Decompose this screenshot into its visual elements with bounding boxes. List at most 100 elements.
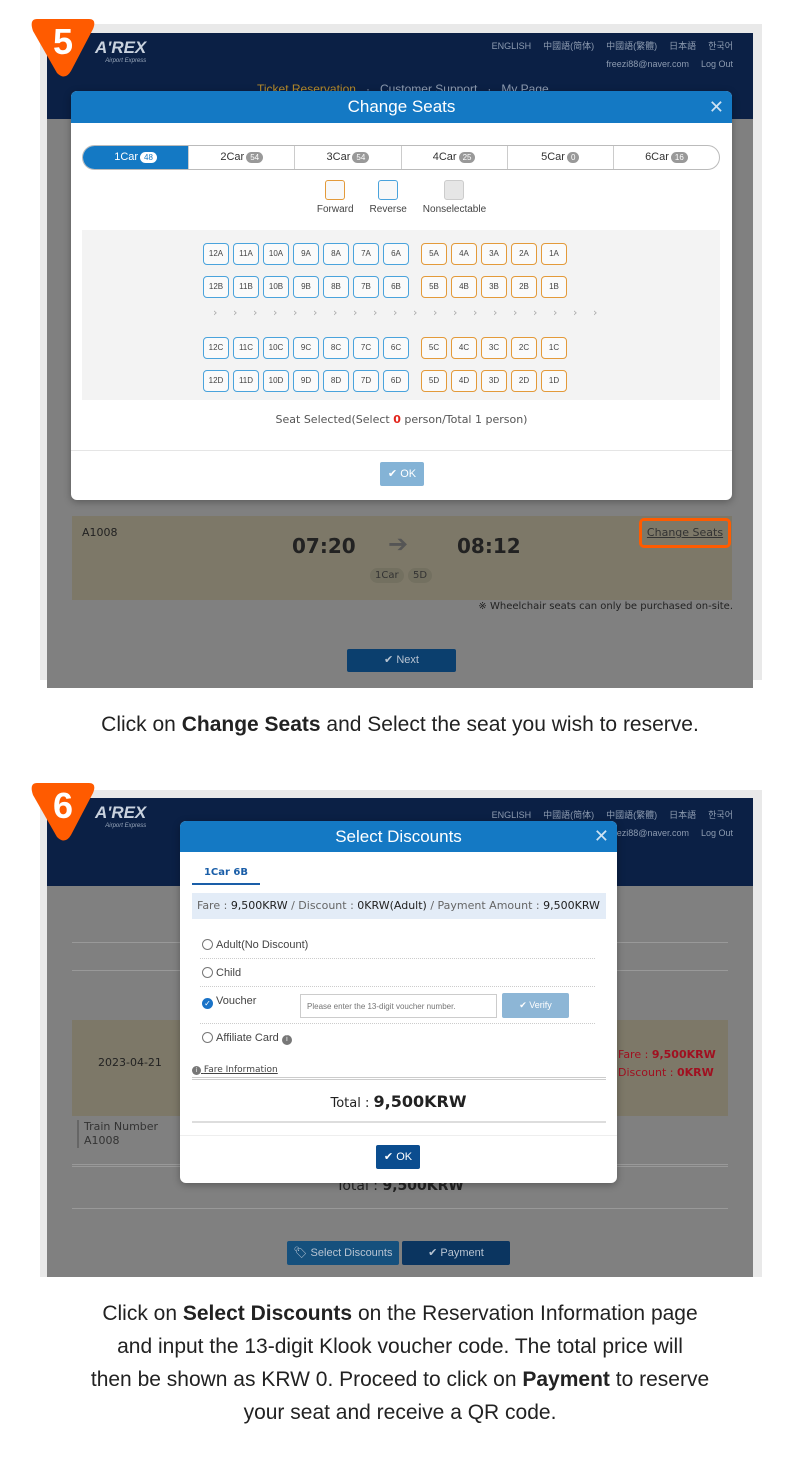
language-menu[interactable]: ENGLISH 中國語(简体) 中國語(繁體) 日本語 한국어 — [480, 39, 733, 52]
seat-4B[interactable]: 4B — [451, 276, 477, 298]
direction-arrow-icon: › — [513, 306, 518, 319]
seat-10C[interactable]: 10C — [263, 337, 289, 359]
radio-icon[interactable] — [202, 967, 213, 978]
logout-link[interactable]: Log Out — [701, 59, 733, 69]
seat-3B[interactable]: 3B — [481, 276, 507, 298]
seat-2B[interactable]: 2B — [511, 276, 537, 298]
seat-7D[interactable]: 7D — [353, 370, 379, 392]
seat-9B[interactable]: 9B — [293, 276, 319, 298]
seat-7C[interactable]: 7C — [353, 337, 379, 359]
tab-car-3[interactable]: 3Car 54 — [295, 146, 402, 169]
arex-logo: A'REX Airport Express — [95, 803, 147, 829]
seat-12B[interactable]: 12B — [203, 276, 229, 298]
seat-6B[interactable]: 6B — [383, 276, 409, 298]
seat-11C[interactable]: 11C — [233, 337, 259, 359]
seat-1B[interactable]: 1B — [541, 276, 567, 298]
tab-label: 5Car — [541, 151, 565, 163]
seat-count-badge: 25 — [458, 152, 476, 163]
seat-1A[interactable]: 1A — [541, 243, 567, 265]
fare-information-link[interactable]: i Fare Information — [192, 1065, 278, 1075]
modal-total: Total : 9,500KRW — [330, 1092, 467, 1111]
logout-link[interactable]: Log Out — [701, 828, 733, 838]
seat-9C[interactable]: 9C — [293, 337, 319, 359]
tab-1car-6b[interactable]: 1Car 6B — [192, 867, 260, 885]
option-affiliate-card[interactable]: Affiliate Card i — [202, 1032, 292, 1045]
seat-12A[interactable]: 12A — [203, 243, 229, 265]
tab-car-4[interactable]: 4Car 25 — [402, 146, 508, 169]
radio-icon[interactable] — [202, 1032, 213, 1043]
seat-3D[interactable]: 3D — [481, 370, 507, 392]
change-seats-link[interactable]: Change Seats — [639, 518, 731, 548]
seat-10B[interactable]: 10B — [263, 276, 289, 298]
seat-5C[interactable]: 5C — [421, 337, 447, 359]
seat-11B[interactable]: 11B — [233, 276, 259, 298]
seat-2C[interactable]: 2C — [511, 337, 537, 359]
tab-car-6[interactable]: 6Car 16 — [614, 146, 719, 169]
seat-4D[interactable]: 4D — [451, 370, 477, 392]
seat-9A[interactable]: 9A — [293, 243, 319, 265]
seat-8C[interactable]: 8C — [323, 337, 349, 359]
seat-5B[interactable]: 5B — [421, 276, 447, 298]
tag-icon: 🏷 — [293, 1247, 308, 1259]
seat-3A[interactable]: 3A — [481, 243, 507, 265]
option-adult[interactable]: Adult(No Discount) — [202, 939, 308, 951]
seat-4A[interactable]: 4A — [451, 243, 477, 265]
seat-1D[interactable]: 1D — [541, 370, 567, 392]
tab-car-2[interactable]: 2Car 54 — [189, 146, 296, 169]
option-child[interactable]: Child — [202, 967, 241, 979]
seat-8A[interactable]: 8A — [323, 243, 349, 265]
seat-3C[interactable]: 3C — [481, 337, 507, 359]
select-discounts-button[interactable]: 🏷 Select Discounts — [287, 1241, 399, 1265]
seat-7A[interactable]: 7A — [353, 243, 379, 265]
seat-10A[interactable]: 10A — [263, 243, 289, 265]
seat-6A[interactable]: 6A — [383, 243, 409, 265]
seat-10D[interactable]: 10D — [263, 370, 289, 392]
seat-2D[interactable]: 2D — [511, 370, 537, 392]
seat-5D[interactable]: 5D — [421, 370, 447, 392]
legend-forward: Forward — [317, 180, 354, 215]
direction-arrow-icon: › — [353, 306, 358, 319]
divider — [192, 1077, 606, 1080]
ok-button[interactable]: ✔ OK — [380, 462, 424, 486]
seat-4C[interactable]: 4C — [451, 337, 477, 359]
arrow-right-icon: ➔ — [388, 530, 409, 558]
seat-5A[interactable]: 5A — [421, 243, 447, 265]
radio-icon[interactable] — [202, 939, 213, 950]
tab-car-1[interactable]: 1Car 48 — [83, 146, 190, 169]
car-tabs: 1Car 48 2Car 54 3Car 54 4Car 25 5Car 0 6Car 16 — [82, 145, 720, 170]
info-icon[interactable]: i — [281, 1035, 292, 1045]
next-button[interactable]: ✔ Next — [347, 649, 456, 672]
travel-date: 2023-04-21 — [98, 1056, 162, 1069]
seat-7B[interactable]: 7B — [353, 276, 379, 298]
tab-label: 3Car — [326, 151, 351, 163]
seat-6C[interactable]: 6C — [383, 337, 409, 359]
payment-button[interactable]: ✔ Payment — [402, 1241, 510, 1265]
tab-label: 2Car — [220, 151, 245, 163]
seat-2A[interactable]: 2A — [511, 243, 537, 265]
seat-8B[interactable]: 8B — [323, 276, 349, 298]
tab-car-5[interactable]: 5Car 0 — [508, 146, 614, 169]
close-icon[interactable]: ✕ — [709, 91, 724, 123]
seat-6D[interactable]: 6D — [383, 370, 409, 392]
seat-12D[interactable]: 12D — [203, 370, 229, 392]
close-icon[interactable]: ✕ — [594, 821, 609, 852]
language-menu[interactable]: ENGLISH 中國語(简体) 中國語(繁體) 日本語 한국어 — [480, 808, 733, 821]
seat-11D[interactable]: 11D — [233, 370, 259, 392]
ok-button[interactable]: ✔ OK — [376, 1145, 420, 1169]
info-icon: i — [192, 1066, 201, 1075]
seat-1C[interactable]: 1C — [541, 337, 567, 359]
step6-screenshot: A'REX Airport Express ENGLISH 中國語(简体) 中國語(繁… — [47, 798, 753, 1277]
seat-8D[interactable]: 8D — [323, 370, 349, 392]
verify-button[interactable]: ✔ Verify — [502, 993, 569, 1018]
seat-11A[interactable]: 11A — [233, 243, 259, 265]
option-voucher[interactable]: ✓ Voucher — [202, 995, 256, 1009]
radio-checked-icon[interactable]: ✓ — [202, 998, 213, 1009]
seat-12C[interactable]: 12C — [203, 337, 229, 359]
seat-9D[interactable]: 9D — [293, 370, 319, 392]
seat-count-badge: 54 — [246, 152, 264, 163]
direction-arrow-icon: › — [433, 306, 438, 319]
direction-arrow-icon: › — [593, 306, 598, 319]
user-menu: freezi88@naver.com Log Out — [606, 59, 733, 69]
voucher-input[interactable] — [300, 994, 497, 1018]
seat-count-badge: 16 — [670, 152, 688, 163]
